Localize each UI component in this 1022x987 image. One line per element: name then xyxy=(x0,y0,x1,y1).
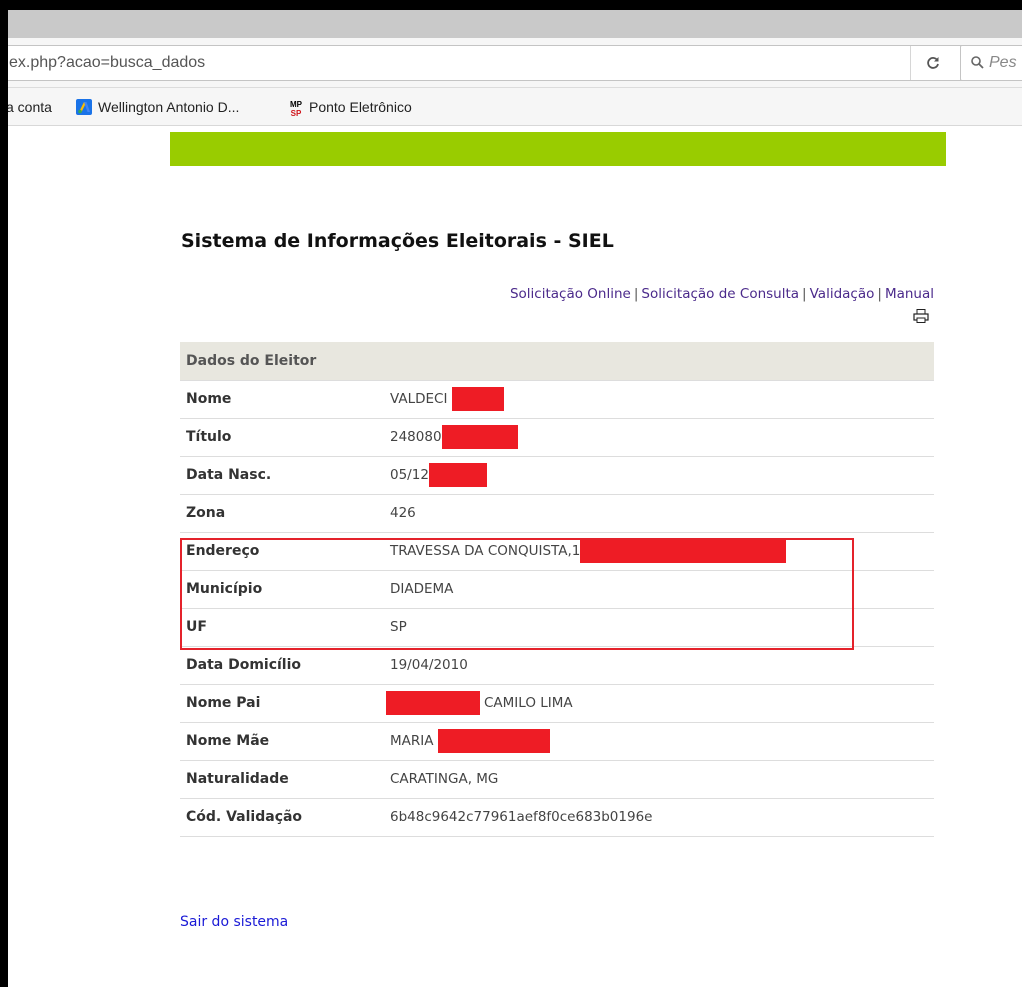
row-value: 6b48c9642c77961aef8f0ce683b0196e xyxy=(390,798,934,837)
table-header-row: Dados do Eleitor xyxy=(180,342,934,381)
redaction-block xyxy=(437,729,550,753)
row-label: Data Nasc. xyxy=(180,456,390,495)
row-label: Data Domicílio xyxy=(180,646,390,685)
table-row: Nome VALDECI xyxy=(180,380,934,419)
mpsp-logo-icon: MP SP xyxy=(290,100,302,118)
navigation-toolbar: ex.php?acao=busca_dados Pes xyxy=(8,38,1022,88)
browser-window: ex.php?acao=busca_dados Pes a conta Well… xyxy=(8,10,1022,987)
logout-link[interactable]: Sair do sistema xyxy=(180,914,288,930)
table-row: Nome Mãe MARIA xyxy=(180,722,934,761)
table-row: Data Nasc. 05/12 xyxy=(180,456,934,495)
header-banner xyxy=(170,132,946,166)
row-value: 05/12 xyxy=(390,456,934,495)
table-row: Nome Pai CAMILO LIMA xyxy=(180,684,934,723)
bookmarks-bar: a conta Wellington Antonio D... MP SP Pon… xyxy=(8,88,1022,126)
address-bar[interactable]: ex.php?acao=busca_dados xyxy=(8,45,964,81)
google-ads-icon xyxy=(76,91,92,115)
row-label: Nome Mãe xyxy=(180,722,390,761)
table-row: Zona 426 xyxy=(180,494,934,533)
printer-icon[interactable] xyxy=(913,308,929,323)
link-solicitacao-online[interactable]: Solicitação Online xyxy=(510,286,631,302)
search-placeholder: Pes xyxy=(989,54,1017,71)
link-separator: | xyxy=(802,286,807,302)
row-label: Nome Pai xyxy=(180,684,390,723)
row-value: VALDECI xyxy=(390,380,934,419)
url-text[interactable]: ex.php?acao=busca_dados xyxy=(9,46,205,80)
tab-strip xyxy=(8,10,1022,38)
redaction-block xyxy=(441,425,518,449)
row-label: Cód. Validação xyxy=(180,798,390,837)
table-header: Dados do Eleitor xyxy=(180,342,934,381)
row-value: CARATINGA, MG xyxy=(390,760,934,799)
bookmark-item[interactable]: a conta xyxy=(8,88,52,126)
link-separator: | xyxy=(877,286,882,302)
bookmark-item[interactable]: MP SP Ponto Eletrônico xyxy=(287,88,412,126)
row-value: 19/04/2010 xyxy=(390,646,934,685)
row-label: Título xyxy=(180,418,390,457)
bookmark-label: a conta xyxy=(8,99,52,115)
table-row: Cód. Validação 6b48c9642c77961aef8f0ce68… xyxy=(180,798,934,837)
reload-icon[interactable] xyxy=(910,46,954,80)
table-row: Data Domicílio 19/04/2010 xyxy=(180,646,934,685)
row-label: Zona xyxy=(180,494,390,533)
row-value: CAMILO LIMA xyxy=(386,684,934,723)
redaction-block xyxy=(386,691,480,715)
link-manual[interactable]: Manual xyxy=(885,286,934,302)
top-links: Solicitação Online | Solicitação de Consul… xyxy=(468,286,934,302)
search-box[interactable]: Pes xyxy=(960,45,1022,81)
link-separator: | xyxy=(633,286,639,302)
table-row: Título 248080 xyxy=(180,418,934,457)
magnifier-icon xyxy=(971,46,984,80)
highlight-box xyxy=(180,538,854,650)
row-value: MARIA xyxy=(390,722,934,761)
row-label: Naturalidade xyxy=(180,760,390,799)
link-solicitacao-consulta[interactable]: Solicitação de Consulta xyxy=(641,286,799,302)
bookmark-label: Ponto Eletrônico xyxy=(309,99,412,115)
bookmark-item[interactable]: Wellington Antonio D... xyxy=(76,88,239,126)
link-validacao[interactable]: Validação xyxy=(810,286,875,302)
table-row: Naturalidade CARATINGA, MG xyxy=(180,760,934,799)
row-value: 248080 xyxy=(390,418,934,457)
redaction-block xyxy=(428,463,487,487)
row-value: 426 xyxy=(390,494,934,533)
page-title: Sistema de Informações Eleitorais - SIEL xyxy=(181,230,614,252)
bookmark-label: Wellington Antonio D... xyxy=(98,99,240,115)
row-label: Nome xyxy=(180,380,390,419)
redaction-block xyxy=(451,387,504,411)
